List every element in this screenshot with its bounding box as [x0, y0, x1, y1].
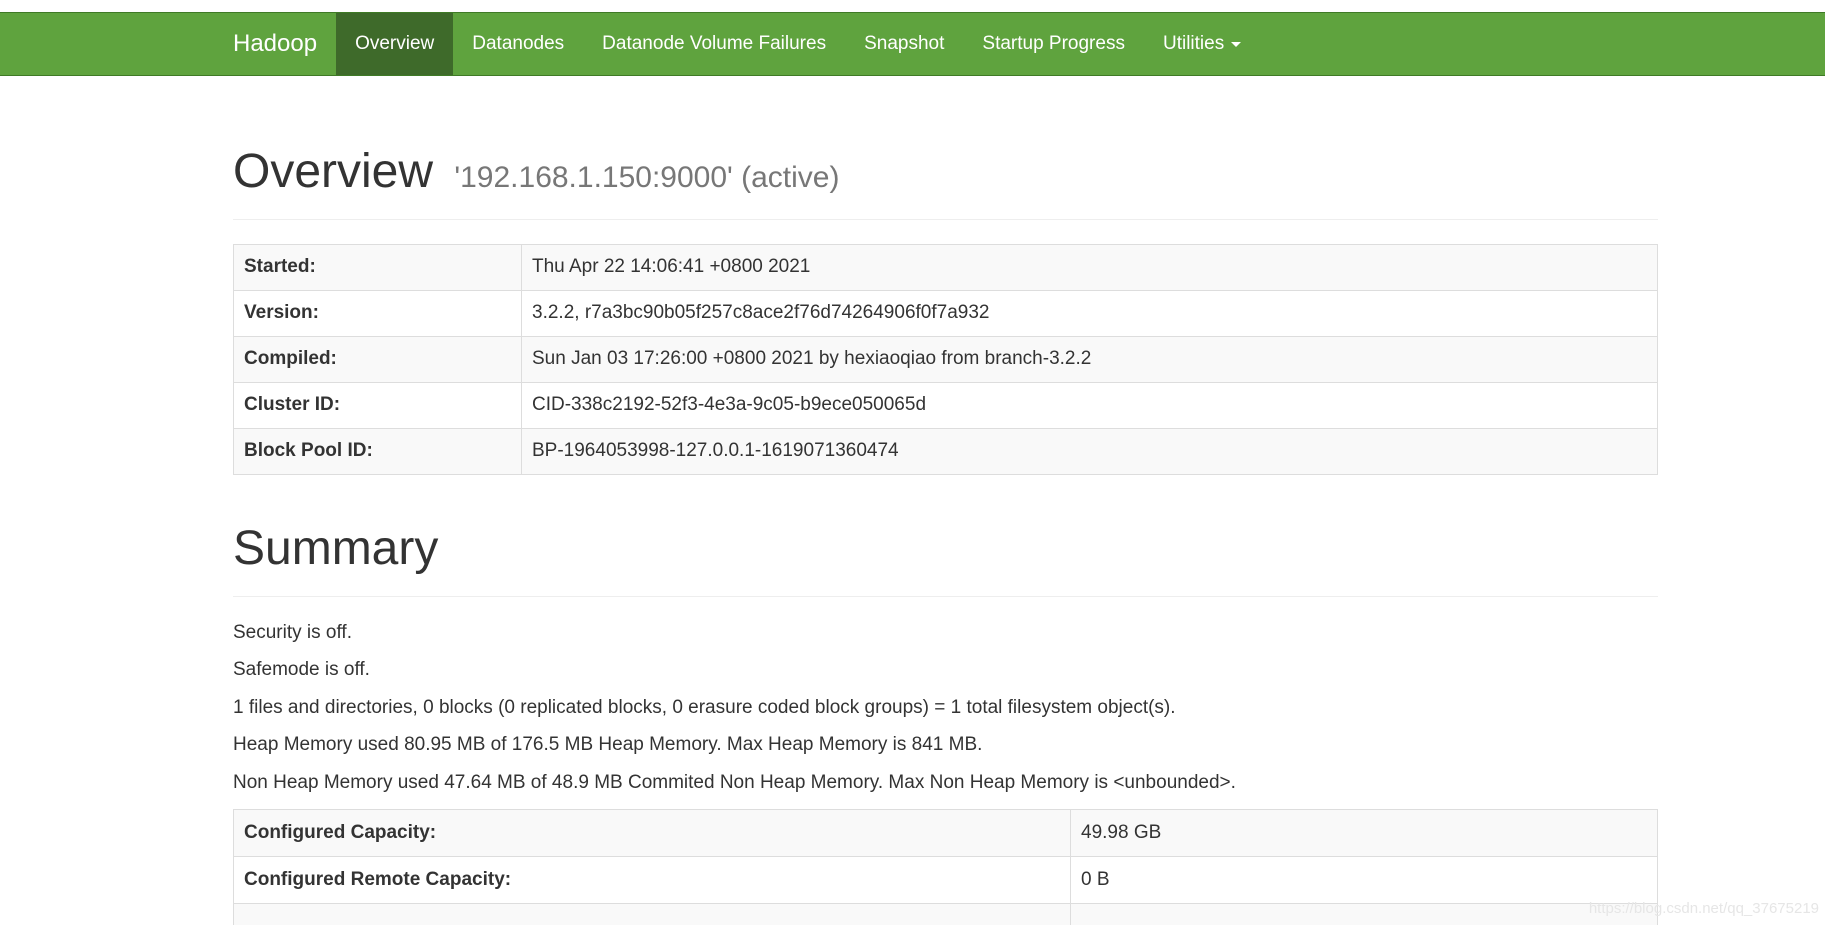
watermark-text: https://blog.csdn.net/qq_37675219 — [1588, 900, 1819, 917]
caret-down-icon — [1231, 41, 1242, 47]
row-value-block-pool-id: BP-1964053998-127.0.0.1-1619071360474 — [521, 427, 1658, 475]
main-container: Overview '192.168.1.150:9000' (active) S… — [233, 76, 1658, 925]
table-row: Configured Capacity: 49.98 GB — [233, 808, 1658, 857]
row-key-configured-remote-capacity: Configured Remote Capacity: — [233, 855, 1071, 904]
row-key-configured-capacity: Configured Capacity: — [233, 808, 1071, 857]
nav-item-snapshot[interactable]: Snapshot — [845, 13, 963, 75]
row-value-started: Thu Apr 22 14:06:41 +0800 2021 — [521, 243, 1658, 291]
brand-logo[interactable]: Hadoop — [233, 13, 336, 75]
utilities-label: Utilities — [1162, 33, 1225, 54]
table-row: Block Pool ID: BP-1964053998-127.0.0.1-1… — [233, 427, 1658, 475]
table-row: Cluster ID: CID-338c2192-52f3-4e3a-9c05-… — [233, 381, 1658, 429]
overview-table: Started: Thu Apr 22 14:06:41 +0800 2021 … — [233, 243, 1658, 475]
nav-item-datanodes[interactable]: Datanodes — [453, 13, 583, 75]
table-row: Configured Remote Capacity: 0 B — [233, 855, 1658, 904]
summary-title: Summary — [233, 521, 439, 575]
overview-header: Overview '192.168.1.150:9000' (active) — [233, 145, 1658, 220]
row-value-compiled: Sun Jan 03 17:26:00 +0800 2021 by hexiao… — [521, 335, 1658, 383]
row-key-started: Started: — [233, 243, 522, 291]
row-value-configured-remote-capacity: 0 B — [1070, 855, 1658, 904]
table-row: Version: 3.2.2, r7a3bc90b05f257c8ace2f76… — [233, 289, 1658, 337]
window-top-strip — [0, 0, 1825, 12]
table-row: Started: Thu Apr 22 14:06:41 +0800 2021 — [233, 243, 1658, 291]
nav-item-startup-progress[interactable]: Startup Progress — [963, 13, 1144, 75]
summary-line-safemode: Safemode is off. — [233, 659, 370, 681]
row-key-partial — [233, 902, 1071, 925]
row-value-partial — [1070, 902, 1658, 925]
summary-line-filesystem-objects: 1 files and directories, 0 blocks (0 rep… — [233, 696, 1176, 718]
row-key-block-pool-id: Block Pool ID: — [233, 427, 522, 475]
row-value-version: 3.2.2, r7a3bc90b05f257c8ace2f76d74264906… — [521, 289, 1658, 337]
row-value-cluster-id: CID-338c2192-52f3-4e3a-9c05-b9ece050065d — [521, 381, 1658, 429]
summary-lines: Security is off. Safemode is off. 1 file… — [233, 621, 1658, 809]
top-navbar: Hadoop Overview Datanodes Datanode Volum… — [0, 12, 1825, 76]
row-key-version: Version: — [233, 289, 522, 337]
row-key-cluster-id: Cluster ID: — [233, 381, 522, 429]
row-key-compiled: Compiled: — [233, 335, 522, 383]
nav-item-utilities-dropdown[interactable]: Utilities — [1144, 13, 1260, 75]
summary-line-security: Security is off. — [233, 621, 352, 643]
overview-title: Overview '192.168.1.150:9000' (active) — [233, 145, 1658, 199]
capacity-table: Configured Capacity: 49.98 GB Configured… — [233, 808, 1658, 925]
navbar-inner: Hadoop Overview Datanodes Datanode Volum… — [233, 13, 1260, 75]
table-row: Compiled: Sun Jan 03 17:26:00 +0800 2021… — [233, 335, 1658, 383]
overview-title-text: Overview — [233, 145, 434, 198]
overview-subtitle: '192.168.1.150:9000' (active) — [454, 161, 840, 194]
nav-item-datanode-volume-failures[interactable]: Datanode Volume Failures — [583, 13, 845, 75]
table-row — [233, 902, 1658, 925]
summary-line-non-heap-memory: Non Heap Memory used 47.64 MB of 48.9 MB… — [233, 771, 1236, 793]
summary-header: Summary — [233, 521, 1658, 597]
row-value-configured-capacity: 49.98 GB — [1070, 808, 1658, 857]
summary-line-heap-memory: Heap Memory used 80.95 MB of 176.5 MB He… — [233, 734, 983, 756]
nav-item-overview[interactable]: Overview — [336, 13, 454, 75]
